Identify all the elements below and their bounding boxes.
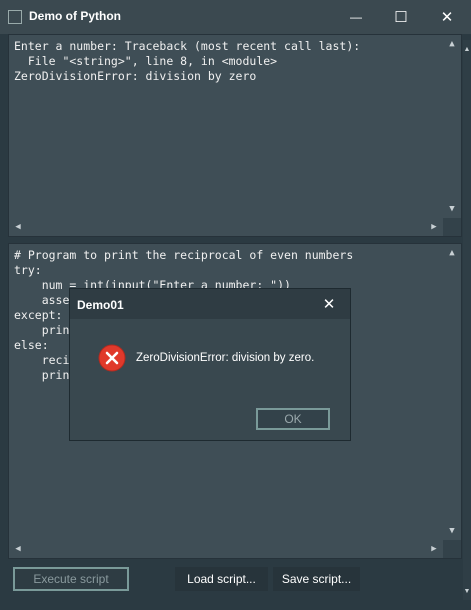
dialog-message: ZeroDivisionError: division by zero. [136, 352, 315, 364]
scroll-left-icon[interactable]: ◀ [9, 540, 27, 558]
dialog-titlebar: Demo01 ✕ [70, 289, 350, 319]
output-text: Enter a number: Traceback (most recent c… [14, 39, 361, 83]
code-horizontal-scrollbar[interactable]: ◀ ▶ [9, 540, 443, 558]
scroll-up-icon[interactable]: ▲ [463, 40, 471, 58]
app-icon [8, 10, 22, 24]
scroll-right-icon[interactable]: ▶ [425, 540, 443, 558]
window-title: Demo of Python [29, 9, 121, 23]
minimize-button[interactable]: — [333, 0, 379, 34]
output-pane[interactable]: Enter a number: Traceback (most recent c… [8, 34, 462, 237]
scroll-down-icon[interactable]: ▼ [463, 582, 471, 600]
minimize-icon: — [350, 10, 362, 24]
scroll-corner [443, 540, 461, 558]
window-vertical-scrollbar[interactable]: ▲ ▼ [463, 40, 471, 600]
save-script-button[interactable]: Save script... [273, 567, 360, 591]
error-dialog: Demo01 ✕ ZeroDivisionError: division by … [69, 288, 351, 441]
close-icon: ✕ [322, 296, 336, 313]
output-vertical-scrollbar[interactable]: ▲ ▼ [443, 35, 461, 236]
scroll-up-icon[interactable]: ▲ [443, 35, 461, 53]
maximize-button[interactable]: ☐ [378, 0, 424, 34]
scroll-up-icon[interactable]: ▲ [443, 244, 461, 262]
code-vertical-scrollbar[interactable]: ▲ ▼ [443, 244, 461, 558]
output-horizontal-scrollbar[interactable]: ◀ ▶ [9, 218, 443, 236]
close-button[interactable]: ✕ [424, 0, 470, 34]
dialog-close-button[interactable]: ✕ [314, 289, 344, 319]
scroll-right-icon[interactable]: ▶ [425, 218, 443, 236]
ok-button[interactable]: OK [256, 408, 330, 430]
scroll-down-icon[interactable]: ▼ [443, 522, 461, 540]
scroll-down-icon[interactable]: ▼ [443, 200, 461, 218]
maximize-icon: ☐ [394, 9, 408, 26]
load-script-button[interactable]: Load script... [175, 567, 268, 591]
scroll-corner [443, 218, 461, 236]
execute-script-button[interactable]: Execute script [13, 567, 129, 591]
error-icon [98, 344, 126, 372]
close-icon: ✕ [440, 9, 454, 26]
dialog-title: Demo01 [77, 298, 124, 312]
window-titlebar: Demo of Python — ☐ ✕ [0, 0, 471, 34]
scroll-left-icon[interactable]: ◀ [9, 218, 27, 236]
